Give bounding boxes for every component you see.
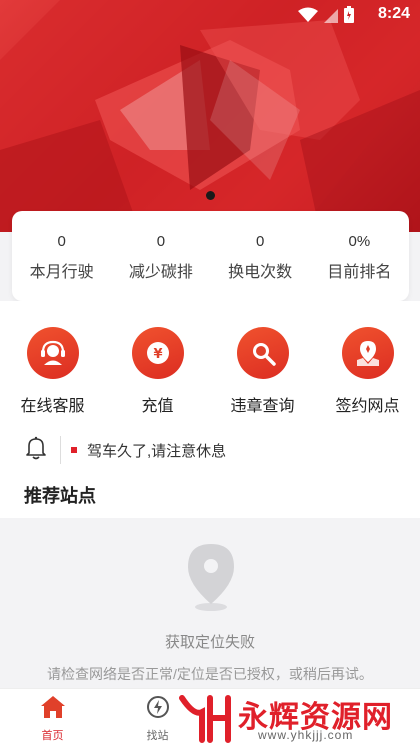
svg-text:¥: ¥ xyxy=(153,347,162,362)
station-icon xyxy=(145,695,171,724)
stats-card: 0 本月行驶 0 减少碳排 0 换电次数 0% 目前排名 xyxy=(12,211,409,301)
carousel-indicator-dot[interactable] xyxy=(206,191,215,200)
location-pin-icon xyxy=(184,542,238,617)
service-label[interactable]: 在线客服 xyxy=(20,392,84,416)
stat-label: 目前排名 xyxy=(327,264,392,281)
location-map-icon[interactable] xyxy=(341,327,394,379)
service-contracted-outlets[interactable]: 签约网点 xyxy=(315,327,420,416)
tab-home[interactable]: 首页 xyxy=(0,689,105,746)
notice-bar[interactable]: 驾车久了,请注意休息 xyxy=(24,434,226,466)
headset-icon[interactable] xyxy=(26,327,79,379)
tab-label: 首页 xyxy=(41,730,64,742)
search-icon[interactable] xyxy=(236,327,289,379)
service-label[interactable]: 违章查询 xyxy=(230,392,294,416)
home-icon xyxy=(40,695,66,724)
status-bar: 8:24 xyxy=(0,0,420,28)
empty-state: 获取定位失败 请检查网络是否正常/定位是否已授权，或稍后再试。 xyxy=(0,518,420,688)
status-time: 8:24 xyxy=(377,5,410,22)
stat-value: 0 xyxy=(255,233,265,250)
notice-bullet xyxy=(71,447,77,453)
watermark: 永辉资源网 www.yhkjjj.com xyxy=(176,692,420,746)
stat-value: 0 xyxy=(57,233,66,250)
empty-state-description: 请检查网络是否正常/定位是否已授权，或稍后再试。 xyxy=(47,666,373,682)
stat-label: 本月行驶 xyxy=(29,264,94,281)
service-recharge[interactable]: ¥ 充值 xyxy=(105,327,210,416)
service-violation-query[interactable]: 违章查询 xyxy=(210,327,315,416)
empty-state-title: 获取定位失败 xyxy=(164,634,255,651)
stat-ranking: 0% 目前排名 xyxy=(310,211,409,301)
notice-divider xyxy=(60,436,61,464)
banner-carousel[interactable] xyxy=(0,0,420,232)
wifi-icon xyxy=(298,7,318,28)
section-title: 推荐站点 xyxy=(24,486,96,506)
stat-value: 0% xyxy=(348,233,371,250)
service-online-support[interactable]: 在线客服 xyxy=(0,327,105,416)
service-label[interactable]: 签约网点 xyxy=(335,392,399,416)
bell-icon xyxy=(24,435,48,466)
stat-monthly-distance: 0 本月行驶 xyxy=(12,211,111,301)
stat-value: 0 xyxy=(156,233,166,250)
tab-label: 找站 xyxy=(146,730,169,742)
stat-label: 换电次数 xyxy=(228,264,293,281)
yen-coin-icon[interactable]: ¥ xyxy=(131,327,184,379)
stat-swap-count: 0 换电次数 xyxy=(211,211,310,301)
signal-icon xyxy=(324,7,338,28)
service-grid: 在线客服 ¥ 充值 违章查询 签约网点 xyxy=(0,327,420,416)
watermark-logo xyxy=(179,695,231,743)
stat-carbon-reduced: 0 减少碳排 xyxy=(111,211,210,301)
watermark-url: www.yhkjjj.com xyxy=(258,728,354,742)
stat-label: 减少碳排 xyxy=(128,264,193,281)
notice-text: 驾车久了,请注意休息 xyxy=(87,442,227,460)
battery-icon xyxy=(344,6,354,28)
service-label[interactable]: 充值 xyxy=(141,392,173,416)
